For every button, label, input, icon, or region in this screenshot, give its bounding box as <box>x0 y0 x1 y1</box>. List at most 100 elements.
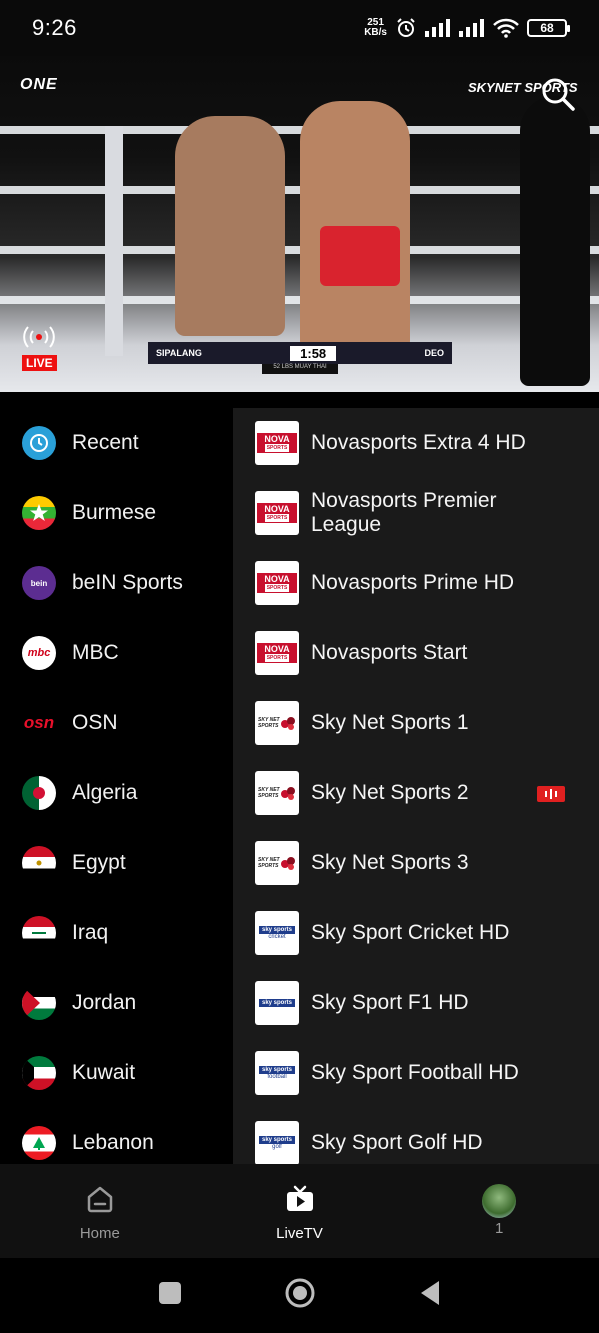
channel-name: Novasports Start <box>311 641 468 664</box>
channel-item[interactable]: sky sports golf Sky Sport Golf HD <box>233 1108 599 1164</box>
broadcast-icon <box>22 326 56 353</box>
net-speed-unit: KB/s <box>364 27 387 38</box>
nav-livetv[interactable]: LiveTV <box>200 1164 400 1258</box>
category-item-kuwait[interactable]: Kuwait <box>0 1038 233 1108</box>
category-item-jordan[interactable]: Jordan <box>0 968 233 1038</box>
nova-logo-mark: NOVA SPORTS <box>257 643 297 663</box>
video-player[interactable]: ONE SKYNET SPORTS LIVE SIPALANG 1:58 DEO… <box>0 56 599 392</box>
iraq-flag-icon <box>22 916 56 950</box>
home-circle-icon[interactable] <box>283 1276 317 1315</box>
one-logo: ONE <box>20 76 58 93</box>
category-item-lebanon[interactable]: Lebanon <box>0 1108 233 1164</box>
category-item-egypt[interactable]: Egypt <box>0 828 233 898</box>
skynet-logo-icon: SKY NET SPORTS <box>255 701 299 745</box>
channel-item[interactable]: NOVA SPORTS Novasports Prime HD <box>233 548 599 618</box>
category-item-mbc[interactable]: mbc MBC <box>0 618 233 688</box>
channel-item[interactable]: sky sports cricket Sky Sport Cricket HD <box>233 898 599 968</box>
nova-logo-mark: NOVA SPORTS <box>257 433 297 453</box>
skynet-logo-text: SKY NET SPORTS <box>258 857 280 869</box>
channel-item[interactable]: SKY NET SPORTS Sky Net Sports 3 <box>233 828 599 898</box>
category-item-bein[interactable]: bein beIN Sports <box>0 548 233 618</box>
channel-item[interactable]: NOVA SPORTS Novasports Extra 4 HD <box>233 408 599 478</box>
nova-logo-sub: SPORTS <box>264 513 290 522</box>
nova-logo-sub: SPORTS <box>264 653 290 662</box>
mbc-icon: mbc <box>22 636 56 670</box>
nav-home[interactable]: Home <box>0 1164 200 1258</box>
category-label: Egypt <box>72 851 126 874</box>
nav-home-label: Home <box>79 1225 120 1242</box>
now-playing-icon <box>537 786 565 802</box>
skysport-logo-sub: cricket <box>268 934 286 940</box>
channel-name: Novasports Premier League <box>311 489 497 536</box>
category-item-recent[interactable]: Recent <box>0 408 233 478</box>
bein-icon: bein <box>22 566 56 600</box>
channel-item[interactable]: NOVA SPORTS Novasports Premier League <box>233 478 599 548</box>
channel-item[interactable]: SKY NET SPORTS Sky Net Sports 2 <box>233 758 599 828</box>
ring-rope <box>0 126 599 134</box>
category-item-algeria[interactable]: Algeria <box>0 758 233 828</box>
skysport-logo-sub: football <box>267 1074 287 1080</box>
live-label: LIVE <box>22 355 57 371</box>
jordan-flag-icon <box>22 986 56 1020</box>
right-fighter-name: DEO <box>424 348 444 358</box>
system-nav-bar <box>0 1258 599 1333</box>
fight-clock: 1:58 <box>290 345 337 361</box>
battery-level: 68 <box>540 21 554 35</box>
lebanon-flag-icon <box>22 1126 56 1160</box>
category-label: MBC <box>72 641 119 664</box>
skynet-logo-text: SKY NET SPORTS <box>258 787 280 799</box>
kuwait-flag-icon <box>22 1056 56 1090</box>
skysport-logo-icon: sky sports cricket <box>255 911 299 955</box>
channel-name: Sky Sport Golf HD <box>311 1131 483 1154</box>
back-icon[interactable] <box>417 1279 443 1312</box>
avatar <box>482 1184 517 1218</box>
category-label: Recent <box>72 431 139 454</box>
category-item-burmese[interactable]: Burmese <box>0 478 233 548</box>
category-sidebar: Recent Burmese bein beIN Sports mbc MBC … <box>0 408 233 1164</box>
alarm-icon <box>395 17 417 39</box>
skynet-logo-mark: SKY NET SPORTS <box>258 855 296 871</box>
nav-profile-label: 1 <box>495 1220 504 1237</box>
skysport-logo-mark: sky sports cricket <box>258 926 295 940</box>
nova-logo-icon: NOVA SPORTS <box>255 631 299 675</box>
skysport-logo-mark: sky sports golf <box>258 1136 295 1150</box>
skynet-balls-icon <box>281 857 295 870</box>
myanmar-flag-icon <box>22 496 56 530</box>
live-badge: LIVE <box>22 326 57 371</box>
ring-post <box>105 126 123 356</box>
algeria-flag-icon <box>22 776 56 810</box>
recents-icon[interactable] <box>157 1280 183 1311</box>
status-bar: 9:26 251 KB/s 68 <box>0 0 599 56</box>
channel-item[interactable]: sky sports football Sky Sport Football HD <box>233 1038 599 1108</box>
search-icon[interactable] <box>540 76 576 117</box>
skysport-logo-icon: sky sports <box>255 981 299 1025</box>
category-item-iraq[interactable]: Iraq <box>0 898 233 968</box>
nova-logo-icon: NOVA SPORTS <box>255 561 299 605</box>
skysport-logo-mark: sky sports <box>258 999 295 1007</box>
category-item-osn[interactable]: osn OSN <box>0 688 233 758</box>
skynet-balls-icon <box>281 787 295 800</box>
category-label: Jordan <box>72 991 137 1014</box>
skysport-logo-icon: sky sports golf <box>255 1121 299 1164</box>
skynet-balls-icon <box>281 717 295 730</box>
category-label: Iraq <box>72 921 109 944</box>
skysport-logo-sub: golf <box>272 1144 282 1150</box>
channel-item[interactable]: SKY NET SPORTS Sky Net Sports 1 <box>233 688 599 758</box>
channel-name: Sky Sport F1 HD <box>311 991 469 1014</box>
skysport-logo-mark: sky sports football <box>258 1066 295 1080</box>
channel-item[interactable]: sky sports Sky Sport F1 HD <box>233 968 599 1038</box>
category-label: Burmese <box>72 501 157 524</box>
channel-list: NOVA SPORTS Novasports Extra 4 HD NOVA SPORT… <box>233 408 599 1164</box>
skysport-logo-text: sky sports <box>258 999 295 1007</box>
channel-item[interactable]: NOVA SPORTS Novasports Start <box>233 618 599 688</box>
nova-logo-icon: NOVA SPORTS <box>255 491 299 535</box>
channel-name: Sky Net Sports 1 <box>311 711 469 734</box>
clock-icon <box>22 426 56 460</box>
channel-name: Novasports Prime HD <box>311 571 515 594</box>
nav-profile[interactable]: 1 <box>399 1164 599 1258</box>
category-label: Algeria <box>72 781 138 804</box>
skynet-logo-icon: SKY NET SPORTS <box>255 771 299 815</box>
referee <box>520 96 590 386</box>
nova-logo-icon: NOVA SPORTS <box>255 421 299 465</box>
channel-name: Sky Sport Cricket HD <box>311 921 510 944</box>
